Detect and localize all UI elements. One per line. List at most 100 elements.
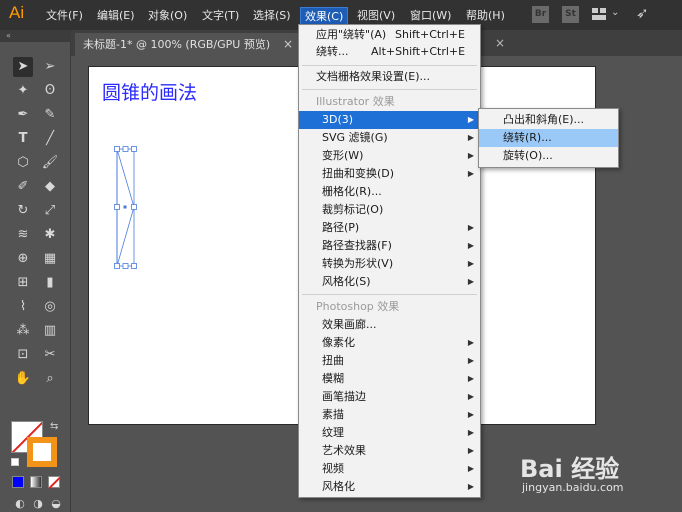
- menu-separator: [302, 89, 477, 90]
- menu-window[interactable]: 窗口(W): [406, 7, 455, 25]
- line-tool-icon[interactable]: ╱: [40, 129, 60, 149]
- menu-file[interactable]: 文件(F): [42, 7, 87, 25]
- menu-item-effect-gallery[interactable]: 效果画廊...: [299, 316, 480, 334]
- menu-item-blur[interactable]: 模糊 ▶: [299, 370, 480, 388]
- menu-separator: [302, 294, 477, 295]
- menu-item-3d[interactable]: 3D(3) ▶: [299, 111, 480, 129]
- menu-edit[interactable]: 编辑(E): [93, 7, 139, 25]
- menu-item-label: 路径(P): [322, 221, 360, 234]
- gradient-tool-icon[interactable]: ▮: [40, 273, 60, 293]
- menu-item-rotate[interactable]: 旋转(O)...: [479, 147, 618, 165]
- menu-item-video[interactable]: 视频 ▶: [299, 460, 480, 478]
- menu-item-label: 扭曲和变换(D): [322, 167, 395, 180]
- menu-item-crop-marks[interactable]: 裁剪标记(O): [299, 201, 480, 219]
- draw-inside-icon[interactable]: ◒: [46, 494, 66, 512]
- gradient-mode-icon[interactable]: [30, 476, 42, 488]
- magic-wand-tool-icon[interactable]: ✦: [13, 81, 33, 101]
- search-feather-icon[interactable]: ➶: [636, 4, 649, 22]
- polygon-tool-icon[interactable]: ⬡: [13, 153, 33, 173]
- selection-tool-icon[interactable]: ➤: [13, 57, 33, 77]
- menu-item-label: 纹理: [322, 426, 344, 439]
- chevron-down-icon[interactable]: ⌄: [611, 7, 619, 18]
- column-graph-tool-icon[interactable]: ▥: [40, 321, 60, 341]
- menu-item-label: SVG 滤镜(G): [322, 131, 388, 144]
- curvature-tool-icon[interactable]: ✎: [40, 105, 60, 125]
- rotate-tool-icon[interactable]: ↻: [13, 201, 33, 221]
- menu-item-svg-filters[interactable]: SVG 滤镜(G) ▶: [299, 129, 480, 147]
- pen-tool-icon[interactable]: ✒: [13, 105, 33, 125]
- menu-item-brush-strokes[interactable]: 画笔描边 ▶: [299, 388, 480, 406]
- menu-item-last-effect[interactable]: 绕转... Alt+Shift+Ctrl+E: [299, 43, 480, 61]
- bridge-icon[interactable]: Br: [532, 6, 549, 23]
- menu-item-pixelate[interactable]: 像素化 ▶: [299, 334, 480, 352]
- eraser-tool-icon[interactable]: ◆: [40, 177, 60, 197]
- menu-item-distort-transform[interactable]: 扭曲和变换(D) ▶: [299, 165, 480, 183]
- slice-tool-icon[interactable]: ✂: [40, 345, 60, 365]
- document-tab[interactable]: 未标题-1* @ 100% (RGB/GPU 预览) ×: [75, 33, 301, 56]
- draw-behind-icon[interactable]: ◑: [28, 494, 48, 512]
- menu-section-photoshop-effects: Photoshop 效果: [299, 298, 480, 316]
- submenu-arrow-icon: ▶: [467, 338, 474, 347]
- default-colors-icon[interactable]: [11, 458, 19, 466]
- perspective-grid-tool-icon[interactable]: ▦: [40, 249, 60, 269]
- shape-builder-tool-icon[interactable]: ⊕: [13, 249, 33, 269]
- mesh-tool-icon[interactable]: ⊞: [13, 273, 33, 293]
- menu-item-warp[interactable]: 变形(W) ▶: [299, 147, 480, 165]
- draw-normal-icon[interactable]: ◐: [10, 494, 30, 512]
- artboard-tool-icon[interactable]: ⊡: [13, 345, 33, 365]
- menu-item-label: 文档栅格效果设置(E)...: [316, 70, 431, 83]
- shaper-tool-icon[interactable]: ✐: [13, 177, 33, 197]
- lasso-tool-icon[interactable]: ʘ: [40, 81, 60, 101]
- blend-tool-icon[interactable]: ◎: [40, 297, 60, 317]
- close-icon[interactable]: ×: [283, 33, 293, 56]
- stock-icon[interactable]: St: [562, 6, 579, 23]
- type-tool-icon[interactable]: T: [13, 129, 33, 149]
- menu-item-artistic[interactable]: 艺术效果 ▶: [299, 442, 480, 460]
- effect-menu-dropdown: 应用"绕转"(A) Shift+Ctrl+E 绕转... Alt+Shift+C…: [298, 24, 481, 498]
- menu-item-sketch[interactable]: 素描 ▶: [299, 406, 480, 424]
- puppet-warp-tool-icon[interactable]: ✱: [40, 225, 60, 245]
- direct-selection-tool-icon[interactable]: ➢: [40, 57, 60, 77]
- close-icon[interactable]: ×: [495, 36, 505, 50]
- tools-panel-collapse[interactable]: «: [0, 30, 71, 42]
- submenu-arrow-icon: ▶: [467, 446, 474, 455]
- hand-tool-icon[interactable]: ✋: [13, 369, 33, 389]
- tools-panel: « ➤ ➢ ✦ ʘ ✒ ✎ T ╱ ⬡ 🖌 ✐ ◆ ↻ ⤢ ≋ ✱ ⊕ ▦ ⊞ …: [0, 30, 71, 512]
- submenu-arrow-icon: ▶: [467, 374, 474, 383]
- menu-type[interactable]: 文字(T): [198, 7, 243, 25]
- color-mode-icon[interactable]: [12, 476, 24, 488]
- none-mode-icon[interactable]: [48, 476, 61, 490]
- submenu-arrow-icon: ▶: [467, 133, 474, 142]
- menu-help[interactable]: 帮助(H): [462, 7, 509, 25]
- workspace-switcher-icon[interactable]: [592, 8, 606, 20]
- menu-item-stylize-illustrator[interactable]: 风格化(S) ▶: [299, 273, 480, 291]
- width-tool-icon[interactable]: ≋: [13, 225, 33, 245]
- menu-item-pathfinder[interactable]: 路径查找器(F) ▶: [299, 237, 480, 255]
- baidu-jingyan-watermark: Bai 经验 jingyan.baidu.com: [520, 449, 682, 509]
- menu-item-label: 变形(W): [322, 149, 364, 162]
- menu-item-rasterize[interactable]: 栅格化(R)...: [299, 183, 480, 201]
- zoom-tool-icon[interactable]: ⌕: [40, 369, 60, 389]
- menu-section-label: Illustrator 效果: [316, 95, 395, 108]
- menu-item-path[interactable]: 路径(P) ▶: [299, 219, 480, 237]
- menu-select[interactable]: 选择(S): [249, 7, 295, 25]
- eyedropper-tool-icon[interactable]: ⌇: [13, 297, 33, 317]
- menu-object[interactable]: 对象(O): [144, 7, 191, 25]
- menu-view[interactable]: 视图(V): [353, 7, 399, 25]
- menu-item-distort[interactable]: 扭曲 ▶: [299, 352, 480, 370]
- symbol-sprayer-tool-icon[interactable]: ⁂: [13, 321, 33, 341]
- menu-item-stylize-photoshop[interactable]: 风格化 ▶: [299, 478, 480, 496]
- swap-colors-icon[interactable]: ⇆: [50, 421, 58, 432]
- menu-item-document-raster-settings[interactable]: 文档栅格效果设置(E)...: [299, 68, 480, 86]
- submenu-arrow-icon: ▶: [467, 241, 474, 250]
- menu-item-extrude-bevel[interactable]: 凸出和斜角(E)...: [479, 111, 618, 129]
- menu-item-texture[interactable]: 纹理 ▶: [299, 424, 480, 442]
- menu-effect[interactable]: 效果(C): [300, 7, 349, 25]
- submenu-arrow-icon: ▶: [467, 259, 474, 268]
- menu-item-convert-to-shape[interactable]: 转换为形状(V) ▶: [299, 255, 480, 273]
- menu-item-revolve[interactable]: 绕转(R)...: [479, 129, 618, 147]
- menu-item-label: 艺术效果: [322, 444, 366, 457]
- scale-tool-icon[interactable]: ⤢: [40, 201, 60, 221]
- paintbrush-tool-icon[interactable]: 🖌: [40, 153, 60, 173]
- menu-item-apply-last-effect[interactable]: 应用"绕转"(A) Shift+Ctrl+E: [299, 26, 480, 44]
